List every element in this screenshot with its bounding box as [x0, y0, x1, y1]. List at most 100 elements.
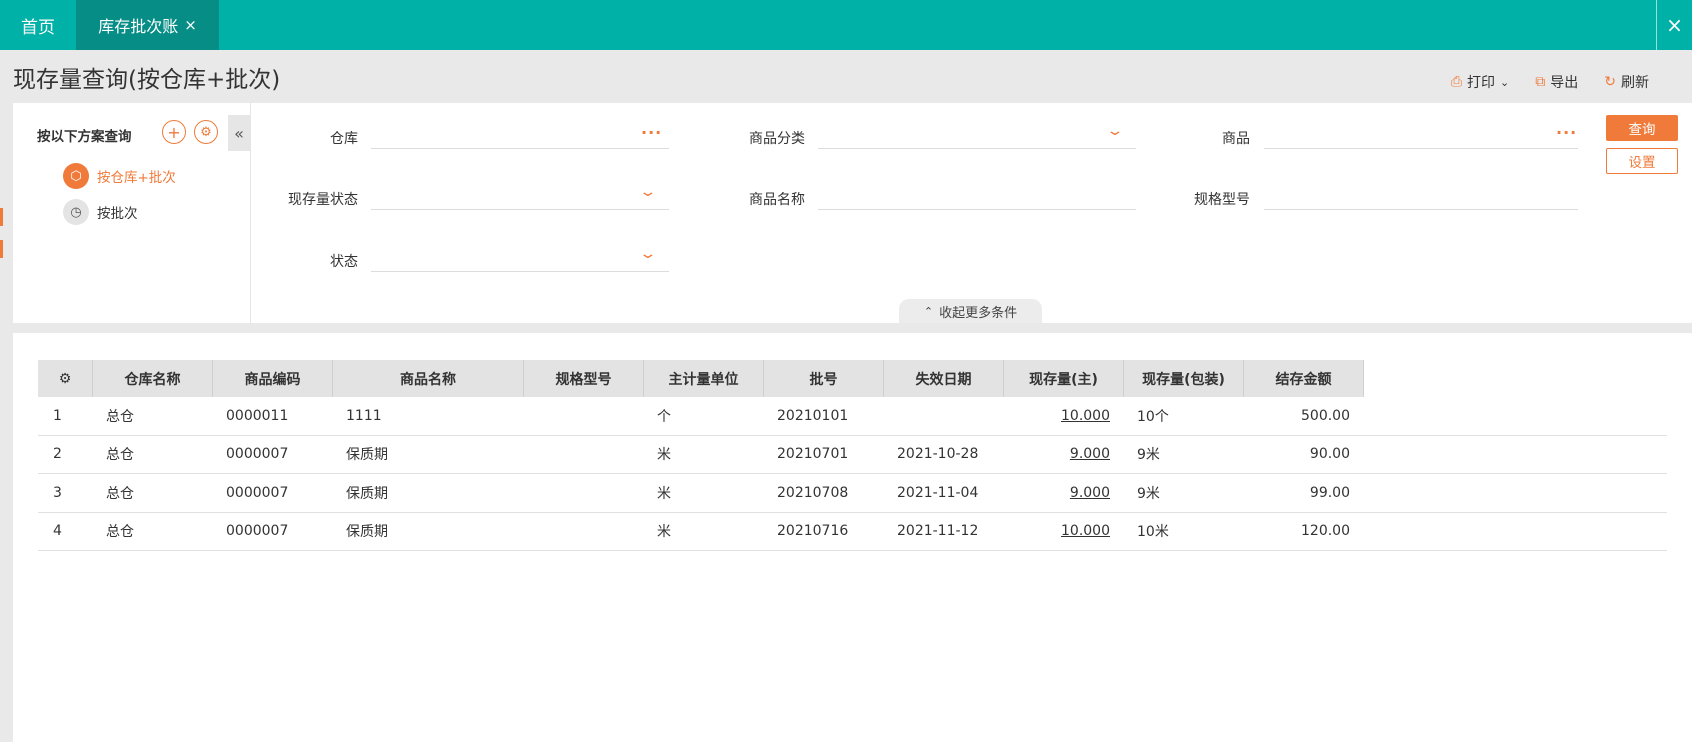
results-panel: ⚙ 仓库名称 商品编码 商品名称 规格型号 主计量单位 批号 失效日期 现存量(…: [13, 333, 1692, 742]
cell-batch: 20210701: [777, 446, 849, 463]
add-scheme-icon[interactable]: +: [162, 120, 186, 144]
column-header[interactable]: 商品名称: [333, 360, 524, 397]
cell-batch: 20210101: [777, 407, 849, 424]
table-row[interactable]: 1 总仓 0000011 1111 个 20210101 10.000 10个 …: [38, 397, 1667, 436]
table-row[interactable]: 2 总仓 0000007 保质期 米 20210701 2021-10-28 9…: [38, 436, 1667, 474]
scheme-panel: 按以下方案查询 + ⚙ « ⬡ 按仓库+批次 ◷ 按批次: [13, 103, 251, 323]
export-label: 导出: [1550, 75, 1579, 91]
gear-icon[interactable]: ⚙: [194, 120, 218, 144]
row-index: 1: [53, 407, 62, 424]
cell-product-code: 0000011: [226, 407, 289, 424]
product-field[interactable]: [1264, 148, 1578, 149]
warehouse-field[interactable]: [371, 148, 669, 149]
export-button[interactable]: ⧉ 导出: [1535, 72, 1578, 92]
header-filler: [1364, 360, 1667, 397]
table-header: ⚙ 仓库名称 商品编码 商品名称 规格型号 主计量单位 批号 失效日期 现存量(…: [38, 360, 1667, 397]
scheme-item-warehouse-batch[interactable]: ⬡ 按仓库+批次: [63, 163, 176, 189]
spec-field[interactable]: [1264, 209, 1578, 210]
query-button[interactable]: 查询: [1606, 115, 1678, 141]
cell-product-code: 0000007: [226, 523, 289, 540]
cell-batch: 20210716: [777, 523, 849, 540]
page-title: 现存量查询(按仓库+批次): [13, 67, 281, 93]
scheme-item-label: 按仓库+批次: [97, 170, 176, 186]
table-row[interactable]: 4 总仓 0000007 保质期 米 20210716 2021-11-12 1…: [38, 513, 1667, 551]
column-header[interactable]: 仓库名称: [93, 360, 213, 397]
cube-icon: ⬡: [63, 163, 89, 189]
refresh-button[interactable]: ↻ 刷新: [1604, 72, 1649, 92]
cell-qty-pack: 9米: [1137, 447, 1160, 464]
product-name-field[interactable]: [818, 209, 1136, 210]
tab-home[interactable]: 首页: [0, 0, 76, 50]
cell-spec: [524, 513, 644, 551]
column-header[interactable]: 结存金额: [1244, 360, 1364, 397]
cell-product-name: 保质期: [346, 524, 388, 541]
cell-warehouse: 总仓: [106, 485, 134, 502]
cell-warehouse: 总仓: [106, 524, 134, 541]
column-settings-icon[interactable]: ⚙: [38, 360, 93, 397]
status-field[interactable]: [371, 271, 669, 272]
cell-expiry: 2021-11-04: [897, 484, 979, 501]
row-index: 3: [53, 484, 62, 501]
filter-panel: 按以下方案查询 + ⚙ « ⬡ 按仓库+批次 ◷ 按批次 仓库 ··· 商品分类…: [13, 103, 1692, 323]
tab-inventory-batch-ledger[interactable]: 库存批次账 ×: [76, 0, 219, 50]
category-label: 商品分类: [749, 131, 805, 147]
tab-label: 库存批次账: [98, 17, 179, 36]
category-field[interactable]: [818, 148, 1136, 149]
row-index: 2: [53, 446, 62, 463]
cell-unit: 米: [657, 447, 671, 464]
chevron-down-icon[interactable]: ⌄: [638, 184, 657, 200]
chevron-down-icon[interactable]: ⌄: [1500, 76, 1509, 89]
column-header[interactable]: 批号: [764, 360, 884, 397]
column-header[interactable]: 失效日期: [884, 360, 1004, 397]
table-row[interactable]: 3 总仓 0000007 保质期 米 20210708 2021-11-04 9…: [38, 474, 1667, 513]
refresh-label: 刷新: [1621, 75, 1649, 91]
cell-qty-main-link[interactable]: 10.000: [1004, 397, 1124, 435]
close-tab-icon[interactable]: ×: [184, 16, 197, 34]
cell-unit: 个: [657, 408, 671, 425]
cell-product-name: 保质期: [346, 485, 388, 502]
cell-spec: [524, 397, 644, 435]
column-header[interactable]: 规格型号: [524, 360, 644, 397]
collapse-more-conditions[interactable]: ⌃ 收起更多条件: [899, 299, 1042, 323]
cell-qty-main-link[interactable]: 9.000: [1004, 436, 1124, 474]
close-window-icon[interactable]: ×: [1656, 0, 1692, 50]
more-dots-icon[interactable]: ···: [641, 123, 662, 142]
scheme-item-label: 按批次: [97, 206, 138, 222]
column-header[interactable]: 商品编码: [213, 360, 333, 397]
collapse-label: 收起更多条件: [939, 305, 1018, 321]
cell-qty-main-link[interactable]: 10.000: [1004, 513, 1124, 551]
refresh-icon: ↻: [1604, 74, 1616, 90]
chevron-up-icon: ⌃: [923, 304, 934, 318]
cell-qty-pack: 10米: [1137, 524, 1169, 541]
chevron-down-icon[interactable]: ⌄: [638, 246, 657, 262]
collapse-sidebar-icon[interactable]: «: [228, 115, 250, 151]
column-header[interactable]: 现存量(包装): [1124, 360, 1244, 397]
cell-expiry: 2021-10-28: [897, 446, 979, 463]
product-label: 商品: [1222, 131, 1250, 147]
column-header[interactable]: 现存量(主): [1004, 360, 1124, 397]
print-button[interactable]: ⎙ 打印 ⌄: [1451, 72, 1509, 92]
cell-product-code: 0000007: [226, 446, 289, 463]
cell-qty-main-link[interactable]: 9.000: [1004, 474, 1124, 512]
more-dots-icon[interactable]: ···: [1556, 123, 1577, 142]
stock-status-field[interactable]: [371, 209, 669, 210]
cell-expiry: 2021-11-12: [897, 523, 979, 540]
settings-button[interactable]: 设置: [1606, 148, 1678, 174]
cell-amount: 99.00: [1309, 484, 1350, 501]
scheme-title: 按以下方案查询: [37, 129, 132, 145]
column-header[interactable]: 主计量单位: [644, 360, 764, 397]
chevron-down-icon[interactable]: ⌄: [1105, 123, 1124, 139]
side-marker: [0, 240, 3, 258]
cell-qty-pack: 9米: [1137, 485, 1160, 502]
row-index: 4: [53, 523, 62, 540]
warehouse-label: 仓库: [330, 131, 358, 147]
side-marker: [0, 208, 3, 226]
scheme-item-batch[interactable]: ◷ 按批次: [63, 199, 138, 225]
cell-qty-pack: 10个: [1137, 408, 1169, 425]
product-name-label: 商品名称: [749, 192, 805, 208]
cell-product-name: 1111: [346, 407, 382, 424]
cell-spec: [524, 474, 644, 512]
clock-icon: ◷: [63, 199, 89, 225]
printer-icon: ⎙: [1450, 74, 1463, 90]
cell-warehouse: 总仓: [106, 447, 134, 464]
